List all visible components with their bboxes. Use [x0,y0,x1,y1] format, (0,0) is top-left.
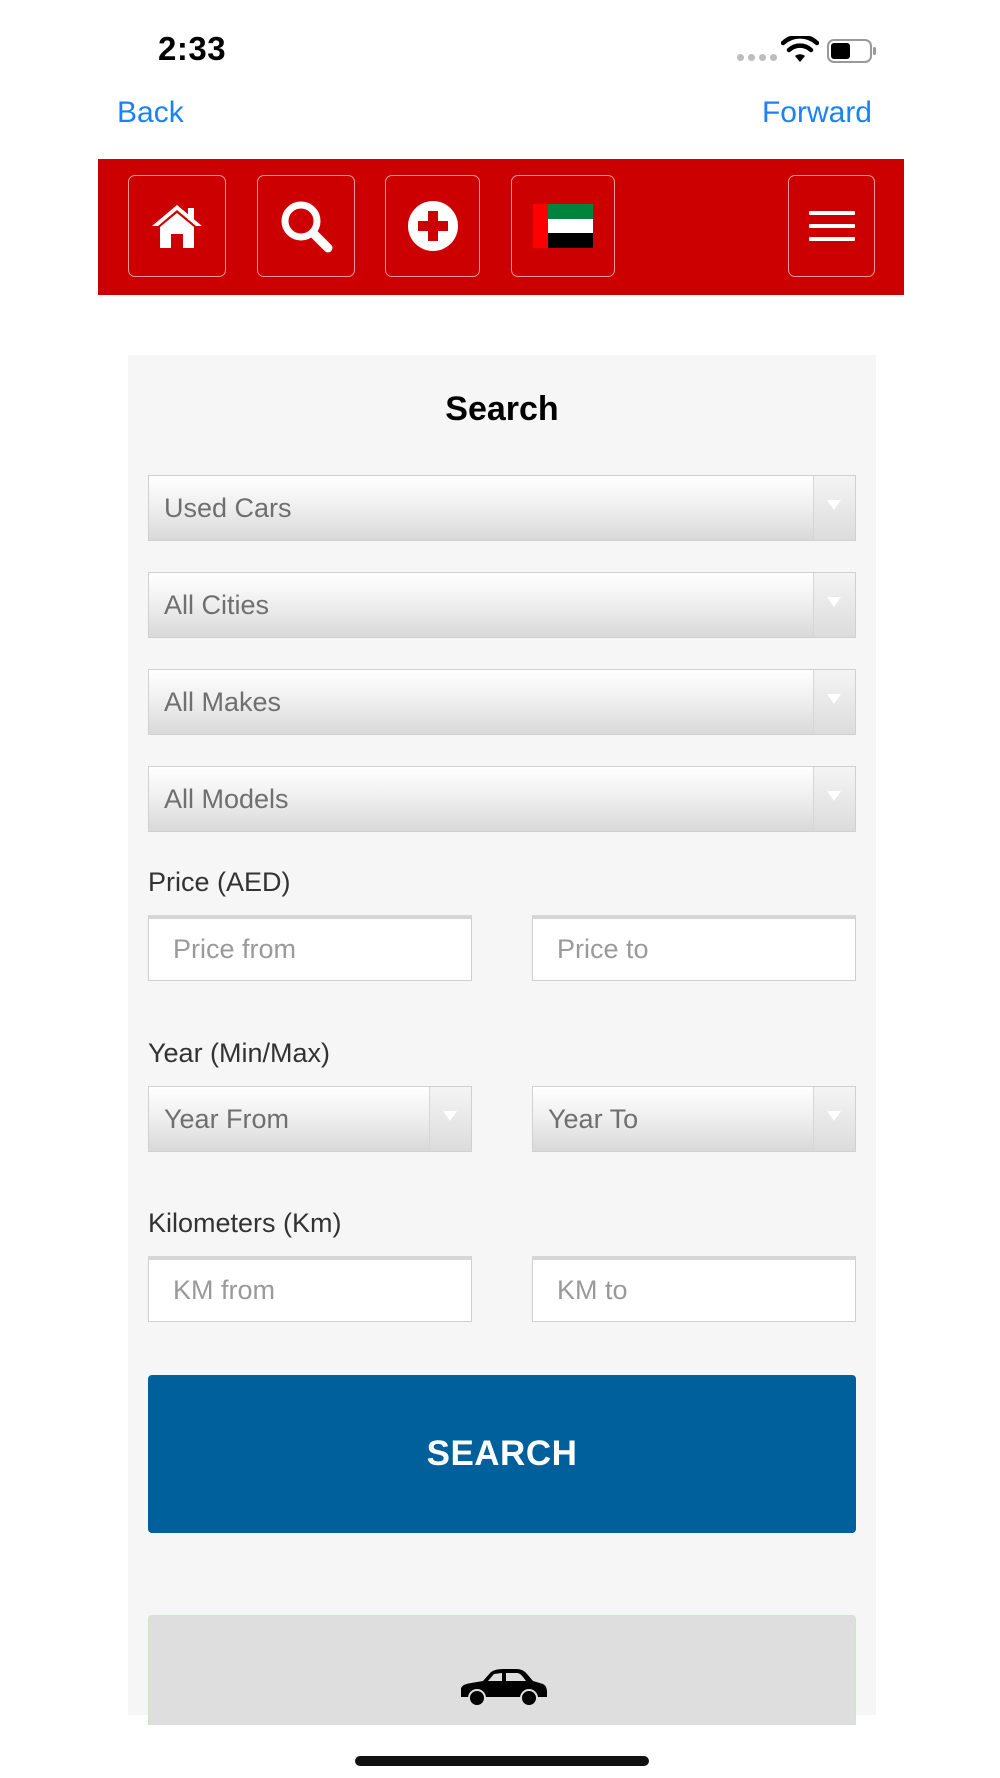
km-to-input[interactable] [532,1256,856,1322]
search-panel: Search Used Cars All Cities All Makes Al… [128,355,876,1725]
chevron-down-icon [827,500,841,510]
model-value: All Models [164,784,289,814]
category-select[interactable]: Used Cars [148,475,856,541]
city-value: All Cities [164,590,270,620]
km-label: Kilometers (Km) [148,1208,342,1238]
price-to-input[interactable] [532,915,856,981]
make-value: All Makes [164,687,282,717]
city-select[interactable]: All Cities [148,572,856,638]
back-link[interactable]: Back [117,96,184,130]
hamburger-menu-icon [808,211,855,241]
chevron-down-icon [827,1111,841,1121]
menu-button[interactable] [788,175,875,277]
search-title: Search [445,390,559,428]
year-from-dropdown-arrow [429,1087,471,1151]
home-indicator [355,1756,649,1766]
car-icon [461,1669,547,1707]
site-toolbar [98,159,904,295]
home-button[interactable] [128,175,226,277]
uae-flag-icon [533,204,593,248]
year-from-select[interactable]: Year From [148,1086,472,1152]
search-button[interactable]: SEARCH [148,1375,856,1533]
category-value: Used Cars [164,493,292,523]
city-dropdown-arrow [813,573,855,637]
listing-preview-card[interactable] [148,1615,856,1725]
category-dropdown-arrow [813,476,855,540]
make-select[interactable]: All Makes [148,669,856,735]
forward-link[interactable]: Forward [762,96,872,130]
cellular-signal-icon [737,54,777,61]
chevron-down-icon [827,694,841,704]
km-from-input[interactable] [148,1256,472,1322]
chevron-down-icon [827,791,841,801]
price-label: Price (AED) [148,867,291,897]
search-nav-button[interactable] [257,175,355,277]
year-to-dropdown-arrow [813,1087,855,1151]
chevron-down-icon [443,1111,457,1121]
year-to-value: Year To [548,1104,639,1134]
year-from-value: Year From [164,1104,290,1134]
status-bar: 2:33 [0,0,1000,92]
model-dropdown-arrow [813,767,855,831]
year-label: Year (Min/Max) [148,1038,331,1068]
status-time: 2:33 [158,30,227,67]
wifi-icon [781,36,819,62]
chevron-down-icon [827,597,841,607]
model-select[interactable]: All Models [148,766,856,832]
battery-icon [827,39,876,63]
home-icon [152,205,202,248]
plus-circle-icon [407,201,458,251]
year-to-select[interactable]: Year To [532,1086,856,1152]
make-dropdown-arrow [813,670,855,734]
search-icon [281,201,333,253]
add-listing-button[interactable] [385,175,480,277]
country-selector-button[interactable] [511,175,615,277]
price-from-input[interactable] [148,915,472,981]
